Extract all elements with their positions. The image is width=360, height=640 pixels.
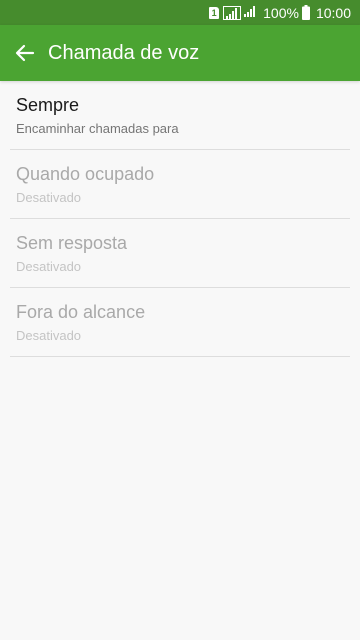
list-item-quando-ocupado: Quando ocupado Desativado	[10, 150, 350, 219]
list-item-title: Fora do alcance	[16, 302, 146, 322]
list-item-subtitle: Desativado	[16, 328, 82, 343]
list-item-subtitle: Desativado	[16, 190, 82, 205]
status-icons: 1 100% 10:00	[209, 0, 351, 25]
list-item-fora-do-alcance: Fora do alcance Desativado	[10, 288, 350, 357]
list-item-subtitle: Desativado	[16, 259, 82, 274]
call-forwarding-list: Sempre Encaminhar chamadas para Quando o…	[0, 81, 360, 357]
clock: 10:00	[315, 4, 351, 21]
signal-strength-icon-secondary	[244, 4, 258, 22]
battery-percentage: 100%	[263, 4, 299, 21]
sim-card-icon: 1	[209, 6, 220, 19]
status-bar: 1 100% 10:00	[0, 0, 360, 25]
app-bar: Chamada de voz	[0, 25, 360, 81]
battery-icon	[301, 5, 310, 20]
list-item-title: Sempre	[16, 95, 80, 115]
list-item-sempre[interactable]: Sempre Encaminhar chamadas para	[10, 81, 350, 150]
page-title: Chamada de voz	[48, 42, 200, 64]
signal-strength-icon	[223, 5, 242, 20]
list-item-title: Sem resposta	[16, 233, 128, 253]
back-arrow-icon[interactable]	[14, 42, 36, 64]
list-item-subtitle: Encaminhar chamadas para	[16, 121, 179, 136]
list-item-title: Quando ocupado	[16, 164, 155, 184]
list-item-sem-resposta: Sem resposta Desativado	[10, 219, 350, 288]
